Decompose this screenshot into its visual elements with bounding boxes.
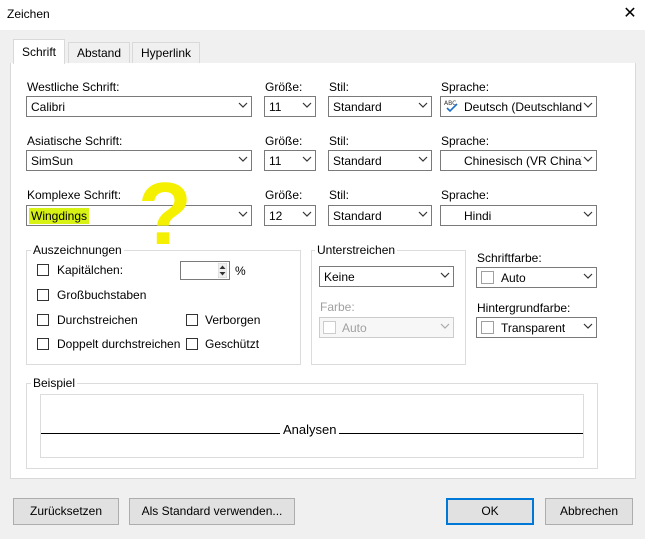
double-strikethrough-checkbox[interactable]: [37, 338, 49, 350]
underline-color-value: Auto: [342, 321, 367, 335]
small-caps-unit: %: [235, 264, 246, 278]
double-strikethrough-label: Doppelt durchstreichen: [57, 337, 181, 351]
western-language-label: Sprache:: [441, 80, 490, 94]
chevron-down-icon[interactable]: [583, 209, 593, 219]
font-color-combo[interactable]: Auto: [476, 267, 597, 288]
asian-style-label: Stil:: [329, 134, 350, 148]
hidden-label: Verborgen: [205, 313, 261, 327]
complex-language-label: Sprache:: [441, 188, 490, 202]
preview-text: Analysen: [280, 422, 340, 437]
chevron-down-icon[interactable]: [583, 100, 593, 110]
asian-font-label: Asiatische Schrift:: [27, 134, 123, 148]
protected-checkbox[interactable]: [186, 338, 198, 350]
western-font-value: Calibri: [31, 100, 66, 114]
chevron-down-icon[interactable]: [440, 321, 450, 331]
all-caps-checkbox[interactable]: [37, 289, 49, 301]
chevron-down-icon[interactable]: [418, 100, 428, 110]
western-language-combo[interactable]: ABC Deutsch (Deutschland): [440, 96, 597, 117]
complex-size-value: 12: [269, 209, 283, 223]
underline-color-swatch: [323, 321, 336, 334]
asian-language-combo[interactable]: Chinesisch (VR China): [440, 150, 597, 171]
strikethrough-label: Durchstreichen: [57, 313, 138, 327]
font-color-value: Auto: [501, 271, 526, 285]
tab-hyperlink[interactable]: Hyperlink: [132, 42, 201, 63]
western-font-label: Westliche Schrift:: [27, 80, 120, 94]
protected-label: Geschützt: [205, 337, 260, 351]
complex-size-label: Größe:: [265, 188, 303, 202]
western-size-value: 11: [269, 100, 282, 114]
underline-color-label: Farbe:: [320, 300, 355, 314]
chevron-down-icon[interactable]: [583, 271, 593, 281]
asian-language-value: Chinesisch (VR China): [464, 154, 582, 168]
preview-group-title: Beispiel: [31, 376, 78, 390]
asian-font-value: SimSun: [31, 154, 74, 168]
window-title: Zeichen: [7, 7, 50, 21]
ok-button[interactable]: OK: [446, 498, 534, 525]
chevron-down-icon[interactable]: [440, 270, 450, 280]
complex-font-value: Wingdings: [29, 208, 90, 224]
western-style-value: Standard: [333, 100, 382, 114]
complex-size-combo[interactable]: 12: [264, 205, 316, 226]
chevron-down-icon[interactable]: [238, 154, 248, 164]
complex-style-value: Standard: [333, 209, 382, 223]
asian-size-label: Größe:: [265, 134, 303, 148]
spinner-arrows-icon[interactable]: [218, 263, 227, 278]
underline-color-combo[interactable]: Auto: [319, 317, 454, 338]
chevron-down-icon[interactable]: [583, 154, 593, 164]
chevron-down-icon[interactable]: [302, 209, 312, 219]
close-icon[interactable]: ✕: [619, 2, 641, 26]
title-bar: [0, 0, 645, 30]
font-color-swatch: [481, 271, 494, 284]
asian-size-combo[interactable]: 11: [264, 150, 316, 171]
western-style-combo[interactable]: Standard: [328, 96, 432, 117]
background-color-value: Transparent: [501, 321, 566, 335]
tab-schrift[interactable]: Schrift: [13, 39, 66, 64]
cancel-button[interactable]: Abbrechen: [545, 498, 633, 525]
small-caps-percent-spinner[interactable]: [180, 261, 230, 280]
set-default-button[interactable]: Als Standard verwenden...: [129, 498, 295, 525]
western-size-label: Größe:: [265, 80, 303, 94]
all-caps-label: Großbuchstaben: [57, 288, 147, 302]
underline-style-combo[interactable]: Keine: [319, 266, 454, 287]
small-caps-label: Kapitälchen:: [57, 263, 124, 277]
background-color-combo[interactable]: Transparent: [476, 317, 597, 338]
reset-button[interactable]: Zurücksetzen: [13, 498, 119, 525]
asian-style-value: Standard: [333, 154, 382, 168]
underline-group-title: Unterstreichen: [315, 243, 398, 257]
chevron-down-icon[interactable]: [302, 154, 312, 164]
chevron-down-icon[interactable]: [418, 154, 428, 164]
background-color-swatch: [481, 321, 494, 334]
chevron-down-icon[interactable]: [302, 100, 312, 110]
western-size-combo[interactable]: 11: [264, 96, 316, 117]
asian-style-combo[interactable]: Standard: [328, 150, 432, 171]
question-mark-annotation: ?: [138, 164, 192, 263]
underline-style-value: Keine: [324, 270, 355, 284]
hidden-checkbox[interactable]: [186, 314, 198, 326]
complex-style-combo[interactable]: Standard: [328, 205, 432, 226]
chevron-down-icon[interactable]: [238, 100, 248, 110]
western-font-combo[interactable]: Calibri: [26, 96, 252, 117]
tab-abstand[interactable]: Abstand: [68, 42, 131, 63]
strikethrough-checkbox[interactable]: [37, 314, 49, 326]
western-style-label: Stil:: [329, 80, 350, 94]
spellcheck-icon: ABC: [444, 100, 458, 113]
asian-language-label: Sprache:: [441, 134, 490, 148]
western-language-value: Deutsch (Deutschland): [464, 100, 582, 114]
effects-group-title: Auszeichnungen: [31, 243, 124, 257]
chevron-down-icon[interactable]: [583, 321, 593, 331]
font-color-label: Schriftfarbe:: [477, 251, 542, 265]
chevron-down-icon[interactable]: [238, 209, 248, 219]
complex-language-combo[interactable]: Hindi: [440, 205, 597, 226]
small-caps-checkbox[interactable]: [37, 264, 49, 276]
asian-size-value: 11: [269, 154, 282, 168]
complex-style-label: Stil:: [329, 188, 350, 202]
complex-font-label: Komplexe Schrift:: [27, 188, 122, 202]
background-color-label: Hintergrundfarbe:: [477, 301, 571, 315]
complex-language-value: Hindi: [464, 209, 492, 223]
chevron-down-icon[interactable]: [418, 209, 428, 219]
